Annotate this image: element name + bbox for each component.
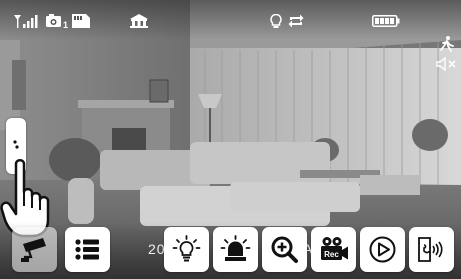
camera-icon — [46, 14, 61, 27]
camera-number: 1 — [63, 20, 69, 30]
svg-text:Rec: Rec — [324, 250, 339, 259]
bulb-icon — [270, 14, 282, 28]
battery-icon — [372, 15, 400, 27]
intercom-button[interactable] — [409, 227, 454, 272]
sd-card-icon — [72, 14, 90, 28]
play-icon — [369, 236, 396, 263]
menu-button[interactable] — [65, 227, 110, 272]
zoom-button[interactable] — [262, 227, 307, 272]
playback-button[interactable] — [360, 227, 405, 272]
siren-icon — [220, 235, 251, 261]
zoom-in-icon — [271, 236, 298, 263]
record-button[interactable]: Rec — [311, 227, 356, 272]
door-speaker-icon — [418, 237, 443, 262]
speaker-muted-icon[interactable] — [436, 57, 458, 71]
signal-strength-icon — [14, 15, 38, 28]
dots-icon — [13, 140, 19, 149]
cctv-camera-icon — [21, 238, 46, 262]
home-icon — [130, 14, 148, 28]
video-camera-icon: Rec — [321, 237, 348, 260]
light-button[interactable] — [164, 227, 209, 272]
bulb-icon — [172, 235, 201, 262]
motion-person-icon — [440, 36, 454, 52]
sync-icon — [288, 14, 304, 28]
timestamp-fragment: 20 — [148, 241, 166, 257]
alarm-button[interactable] — [213, 227, 258, 272]
camera-view-button[interactable] — [12, 227, 57, 272]
list-icon — [75, 239, 99, 260]
